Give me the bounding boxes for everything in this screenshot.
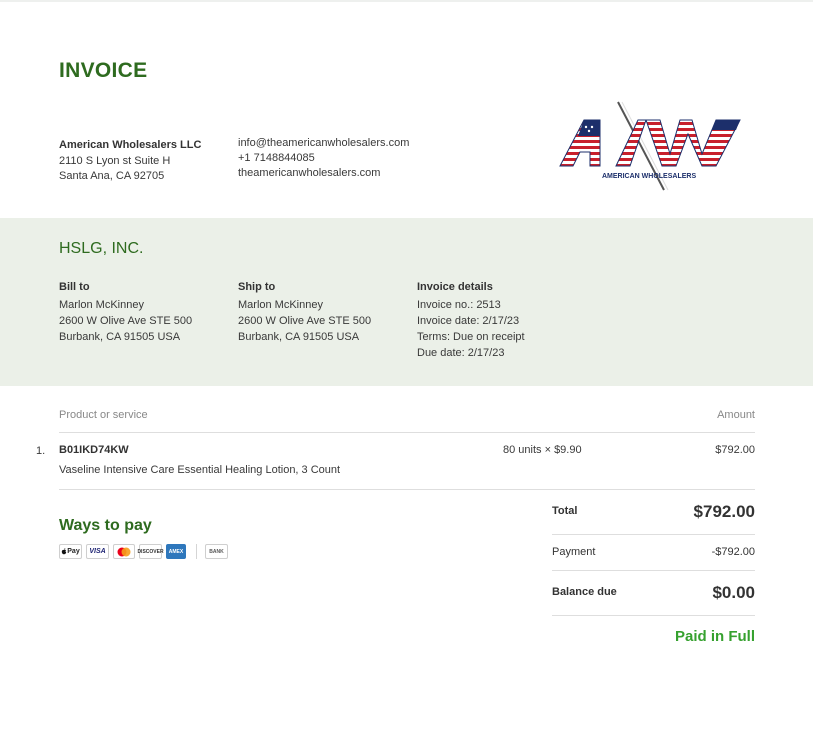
ship-to-line1: 2600 W Olive Ave STE 500 bbox=[238, 315, 372, 327]
line-item-quantity-price: 80 units × $9.90 bbox=[503, 444, 582, 456]
payment-icons-separator bbox=[196, 544, 197, 559]
bill-to-line1: 2600 W Olive Ave STE 500 bbox=[59, 315, 193, 327]
top-border bbox=[0, 0, 813, 2]
bank-icon: BANK bbox=[205, 544, 228, 559]
company-logo: AMERICAN WHOLESALERS bbox=[559, 101, 741, 191]
line-item-description: Vaseline Intensive Care Essential Healin… bbox=[59, 464, 341, 476]
seller-website[interactable]: theamericanwholesalers.com bbox=[238, 166, 409, 181]
logo-text: AMERICAN WHOLESALERS bbox=[602, 173, 696, 180]
seller-address: American Wholesalers LLC 2110 S Lyon st … bbox=[59, 138, 201, 184]
payment-value: -$792.00 bbox=[711, 546, 755, 558]
seller-email[interactable]: info@theamericanwholesalers.com bbox=[238, 136, 409, 151]
line-item-amount: $792.00 bbox=[715, 444, 755, 456]
mastercard-circles bbox=[117, 547, 131, 556]
ship-to-heading: Ship to bbox=[238, 281, 276, 293]
payment-label: Payment bbox=[552, 546, 596, 558]
line-item-number: 1. bbox=[36, 445, 46, 457]
ship-to-line2: Burbank, CA 91505 USA bbox=[238, 331, 360, 343]
apple-pay-label: Pay bbox=[67, 548, 80, 555]
customer-name: HSLG, INC. bbox=[59, 240, 144, 257]
total-divider bbox=[552, 534, 755, 535]
invoice-number: Invoice no.: 2513 bbox=[417, 299, 501, 311]
bill-to-line2: Burbank, CA 91505 USA bbox=[59, 331, 181, 343]
invoice-date: Invoice date: 2/17/23 bbox=[417, 315, 520, 327]
amex-label: AMEX bbox=[168, 548, 184, 555]
invoice-details-section: Invoice details Invoice no.: 2513 Invoic… bbox=[417, 279, 525, 361]
line-item-sku: B01IKD74KW bbox=[59, 444, 129, 456]
invoice-due-date: Due date: 2/17/23 bbox=[417, 347, 505, 359]
seller-address-line2: Santa Ana, CA 92705 bbox=[59, 170, 165, 182]
ship-to-section: Ship to Marlon McKinney 2600 W Olive Ave… bbox=[238, 279, 371, 345]
apple-pay-icon: Pay bbox=[59, 544, 82, 559]
mastercard-icon bbox=[113, 544, 135, 559]
bank-label: BANK bbox=[209, 548, 224, 555]
column-header-product: Product or service bbox=[59, 409, 148, 421]
invoice-details-heading: Invoice details bbox=[417, 281, 493, 293]
discover-label: DISCOVER bbox=[137, 548, 164, 555]
balance-due-value: $0.00 bbox=[712, 583, 755, 602]
invoice-terms: Terms: Due on receipt bbox=[417, 331, 525, 343]
seller-address-line1: 2110 S Lyon st Suite H bbox=[59, 155, 171, 167]
balance-divider bbox=[552, 615, 755, 616]
payment-icons: Pay VISA DISCOVER AMEX BANK bbox=[59, 544, 232, 559]
payment-divider bbox=[552, 570, 755, 571]
bill-to-name: Marlon McKinney bbox=[59, 299, 144, 311]
ways-to-pay-heading: Ways to pay bbox=[59, 517, 152, 534]
discover-icon: DISCOVER bbox=[137, 544, 164, 559]
column-header-amount: Amount bbox=[717, 409, 755, 421]
bill-to-section: Bill to Marlon McKinney 2600 W Olive Ave… bbox=[59, 279, 192, 345]
seller-phone: +1 7148844085 bbox=[238, 152, 315, 164]
invoice-title: INVOICE bbox=[59, 59, 148, 82]
items-divider bbox=[59, 489, 755, 490]
total-value: $792.00 bbox=[693, 502, 755, 521]
visa-label: VISA bbox=[89, 548, 106, 555]
header-divider bbox=[59, 432, 755, 433]
paid-status: Paid in Full bbox=[674, 628, 755, 645]
total-label: Total bbox=[552, 505, 578, 517]
seller-name: American Wholesalers LLC bbox=[59, 139, 202, 151]
ship-to-name: Marlon McKinney bbox=[238, 299, 323, 311]
balance-due-label: Balance due bbox=[552, 586, 617, 598]
seller-contact: info@theamericanwholesalers.com +1 71488… bbox=[238, 136, 409, 181]
amex-icon: AMEX bbox=[166, 544, 186, 559]
visa-icon: VISA bbox=[86, 544, 109, 559]
bill-to-heading: Bill to bbox=[59, 281, 90, 293]
